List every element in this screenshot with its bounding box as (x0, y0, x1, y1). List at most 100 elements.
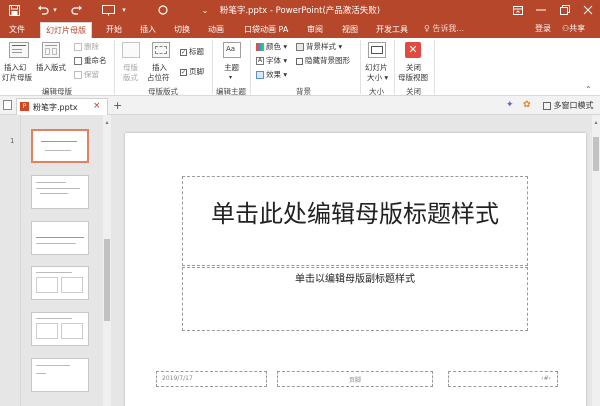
undo-dropdown-icon[interactable]: ▾ (51, 2, 59, 18)
insert-slide-master-label-2: 灯片母版 (2, 73, 32, 82)
multi-window-mode-button[interactable]: 多窗口模式 (543, 100, 594, 111)
document-tab-name: 粉笔字.pptx (33, 103, 78, 112)
ribbon-separator (360, 40, 361, 94)
checkmark-icon: ✓ (180, 48, 187, 56)
effects-icon (256, 71, 264, 79)
tab-review[interactable]: 审阅 (307, 22, 323, 38)
layout-thumbnail[interactable] (31, 358, 89, 392)
fonts-dropdown[interactable]: A 字体 ▾ (256, 56, 287, 66)
delete-button[interactable]: 删除 (74, 42, 99, 52)
footer-placeholder[interactable]: 页脚 (277, 371, 433, 387)
start-slideshow-icon[interactable] (100, 2, 116, 18)
tab-transitions[interactable]: 切换 (174, 22, 190, 38)
lightbulb-icon: ♀ (424, 24, 430, 33)
login-link[interactable]: 登录 (535, 23, 551, 34)
document-tab-strip: P 粉笔字.pptx × + ✦ ✿ 多窗口模式 (0, 96, 600, 115)
subtitle-placeholder-text: 单击以编辑母版副标题样式 (295, 274, 415, 285)
tell-me-text: 告诉我... (432, 24, 465, 33)
settings-gear-icon[interactable]: ✿ (523, 100, 533, 110)
hide-background-checkbox[interactable]: 隐藏背景图形 (296, 56, 350, 66)
tell-me-search[interactable]: ♀ 告诉我... (424, 23, 464, 34)
redo-icon[interactable] (70, 2, 84, 18)
background-styles-icon (296, 43, 304, 51)
document-list-icon[interactable] (3, 100, 12, 110)
scrollbar-thumb[interactable] (593, 137, 599, 171)
preserve-label: 保留 (84, 70, 99, 79)
insert-slide-master-label-1: 插入幻 (4, 63, 27, 72)
rename-button[interactable]: 重命名 (74, 56, 107, 66)
background-styles-dropdown[interactable]: 背景样式 ▾ (296, 42, 342, 52)
master-layout-icon (122, 42, 140, 58)
scroll-up-icon[interactable]: ▴ (103, 119, 111, 127)
document-tab[interactable]: P 粉笔字.pptx × (16, 98, 108, 115)
slide-thumbnails-pane: 1 (0, 115, 111, 406)
layout-thumbnail[interactable] (31, 221, 89, 255)
ribbon-separator (114, 40, 115, 94)
tab-file[interactable]: 文件 (9, 22, 25, 38)
delete-icon (74, 43, 82, 51)
slide-size-label-1: 幻灯片 (365, 63, 388, 72)
colors-dropdown[interactable]: 颜色 ▾ (256, 42, 287, 52)
tab-slide-master[interactable]: 幻灯片母版 (40, 22, 92, 38)
checkmark-icon: ✓ (180, 68, 187, 76)
tab-developer[interactable]: 开发工具 (376, 22, 408, 38)
ribbon-display-options-icon[interactable] (510, 2, 526, 18)
thumbnail-column (61, 323, 83, 339)
master-layout-label-2: 版式 (123, 73, 138, 82)
slide-canvas[interactable]: 单击此处编辑母版标题样式 单击以编辑母版副标题样式 2019/7/17 页脚 ‹… (125, 133, 586, 406)
minimize-icon[interactable] (533, 2, 549, 18)
tab-view[interactable]: 视图 (342, 22, 358, 38)
date-placeholder[interactable]: 2019/7/17 (156, 371, 267, 387)
share-button[interactable]: ⚇共享 (562, 23, 585, 34)
preserve-icon (74, 71, 82, 79)
save-icon[interactable] (6, 2, 22, 18)
scrollbar-thumb[interactable] (104, 239, 110, 321)
insert-slide-master-icon (9, 42, 29, 58)
dropdown-icon[interactable]: ▾ (120, 2, 128, 18)
ribbon-tab-bar: 文件 幻灯片母版 开始 插入 切换 动画 口袋动画 PA 审阅 视图 开发工具 … (0, 20, 600, 38)
pptx-file-icon: P (20, 102, 29, 111)
layout-thumbnail[interactable] (31, 266, 89, 300)
close-tab-icon[interactable]: × (93, 101, 101, 111)
colors-label: 颜色 (266, 42, 281, 51)
preserve-button[interactable]: 保留 (74, 70, 99, 80)
slide-number-placeholder[interactable]: ‹#› (448, 371, 558, 387)
editor-scrollbar[interactable]: ▴ (592, 115, 600, 406)
multi-window-icon (543, 101, 551, 110)
title-placeholder-text: 单击此处编辑母版标题样式 (211, 200, 499, 228)
close-master-view-label-1: 关闭 (406, 63, 421, 72)
thumbnails-scrollbar[interactable]: ▴ (103, 115, 111, 406)
undo-icon[interactable] (36, 2, 50, 18)
slide-size-icon (368, 42, 386, 58)
footer-checkbox-label: 页脚 (189, 67, 204, 76)
master-layout-label-1: 母版 (123, 63, 138, 72)
rename-icon (74, 57, 82, 65)
subtitle-placeholder[interactable]: 单击以编辑母版副标题样式 (182, 267, 528, 331)
effects-dropdown[interactable]: 效果 ▾ (256, 70, 287, 80)
layout-thumbnail[interactable] (31, 312, 89, 346)
shape-circle-icon[interactable] (156, 2, 170, 18)
slide-number-text: ‹#› (541, 375, 551, 382)
close-master-view-label-2: 母版视图 (398, 73, 428, 82)
close-window-icon[interactable] (580, 2, 596, 18)
powerpoint-window: ▾ ▾ ⌄ 粉笔字.pptx - PowerPoint(产品激活失败) 文件 幻… (0, 0, 600, 406)
title-placeholder[interactable]: 单击此处编辑母版标题样式 (182, 176, 528, 266)
insert-placeholder-icon (152, 42, 170, 58)
title-bar: ▾ ▾ ⌄ 粉笔字.pptx - PowerPoint(产品激活失败) (0, 0, 600, 20)
collapse-ribbon-icon[interactable]: ⌃ (585, 85, 592, 94)
tab-animations[interactable]: 动画 (208, 22, 224, 38)
slide-master-thumbnail[interactable] (31, 129, 89, 163)
restore-icon[interactable] (557, 2, 573, 18)
tab-home[interactable]: 开始 (106, 22, 122, 38)
title-checkbox-label: 标题 (189, 47, 204, 56)
scroll-up-icon[interactable]: ▴ (592, 119, 600, 127)
tab-insert[interactable]: 插入 (140, 22, 156, 38)
new-tab-icon[interactable]: + (113, 99, 122, 112)
title-checkbox[interactable]: ✓ 标题 (180, 47, 204, 57)
footer-checkbox[interactable]: ✓ 页脚 (180, 67, 204, 77)
themes-label: 主题 (224, 63, 239, 72)
thumbnail-column (36, 277, 58, 293)
pin-icon[interactable]: ✦ (506, 100, 516, 110)
tab-pocket-animation[interactable]: 口袋动画 PA (244, 22, 288, 38)
layout-thumbnail[interactable] (31, 175, 89, 209)
